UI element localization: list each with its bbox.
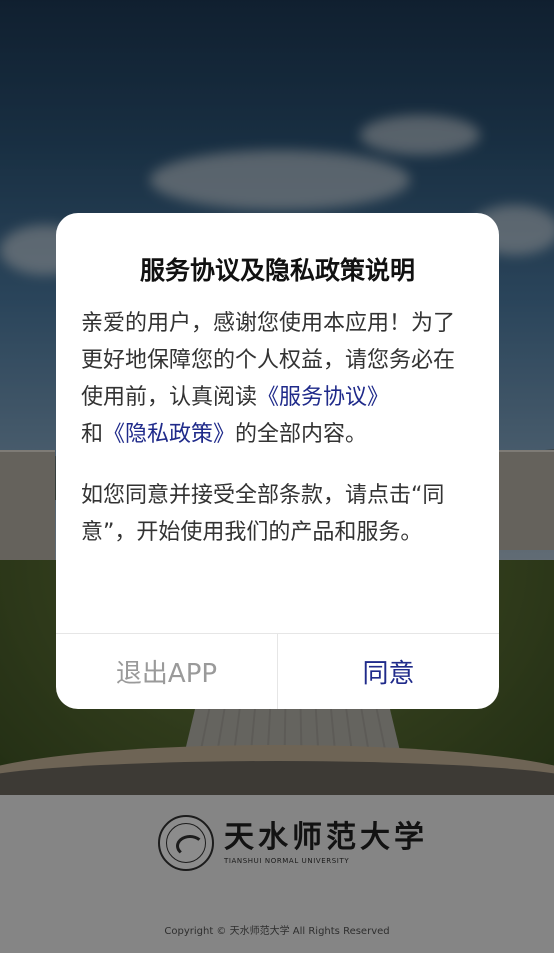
dialog-paragraph-1: 亲爱的用户，感谢您使用本应用！为了更好地保障您的个人权益，请您务必在使用前，认真… (81, 305, 476, 453)
service-agreement-link[interactable]: 《服务协议》 (257, 385, 389, 410)
dialog-body: 亲爱的用户，感谢您使用本应用！为了更好地保障您的个人权益，请您务必在使用前，认真… (81, 305, 476, 551)
dialog-button-bar: 退出APP 同意 (56, 633, 499, 709)
dialog-paragraph-2: 如您同意并接受全部条款，请点击“同意”，开始使用我们的产品和服务。 (81, 483, 445, 545)
privacy-policy-dialog: 服务协议及隐私政策说明 亲爱的用户，感谢您使用本应用！为了更好地保障您的个人权益… (56, 213, 499, 709)
paragraph-text: 和 (81, 422, 104, 447)
paragraph-text: 的全部内容。 (235, 422, 368, 447)
agree-button[interactable]: 同意 (278, 634, 499, 709)
dialog-title: 服务协议及隐私政策说明 (139, 256, 415, 285)
privacy-policy-link[interactable]: 《隐私政策》 (103, 422, 235, 447)
exit-app-button[interactable]: 退出APP (56, 634, 278, 709)
